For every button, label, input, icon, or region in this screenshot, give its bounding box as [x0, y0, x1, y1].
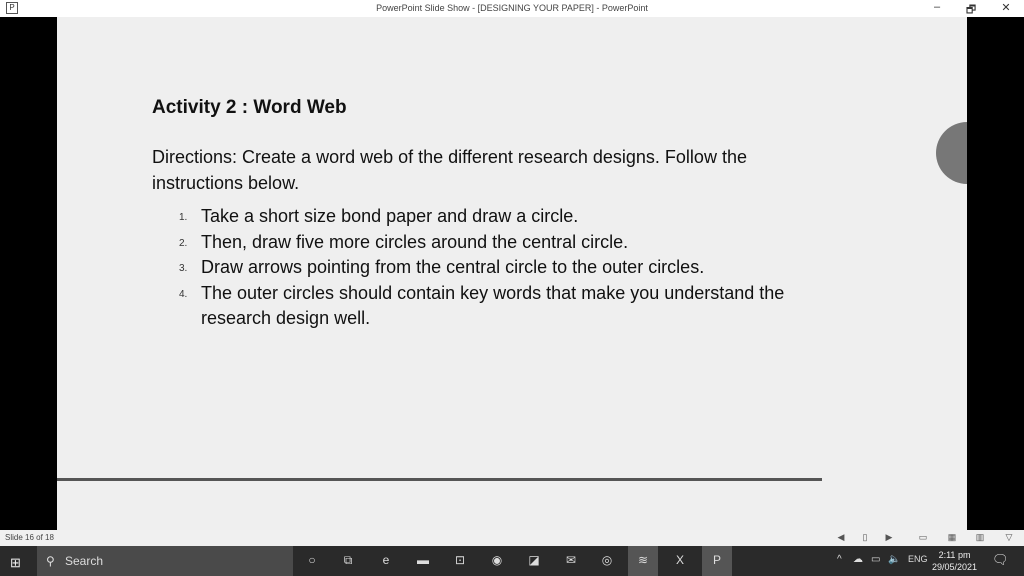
- decorative-circle: [936, 122, 967, 184]
- date: 29/05/2021: [932, 562, 978, 572]
- clock[interactable]: 2:11 pm 29/05/2021: [932, 549, 977, 573]
- step-number: 3.: [179, 263, 188, 274]
- step-number: 4.: [179, 288, 188, 300]
- task-view-icon[interactable]: ⧉: [339, 553, 357, 569]
- list-item: 2. Then, draw five more circles around th…: [179, 230, 829, 256]
- slide-sorter-icon[interactable]: ▦: [945, 532, 959, 544]
- next-icon[interactable]: ▶: [882, 532, 896, 544]
- security-icon[interactable]: ◉: [488, 553, 506, 569]
- step-number: 2.: [179, 237, 188, 249]
- search-box[interactable]: ⚲ Search: [37, 546, 293, 576]
- normal-view-icon[interactable]: ▭: [916, 532, 930, 544]
- slide-title: Activity 2 : Word Web: [152, 97, 347, 118]
- directions-text: Directions: Create a word web of the dif…: [152, 147, 747, 193]
- window-title: PowerPoint Slide Show - [DESIGNING YOUR …: [376, 3, 648, 13]
- file-explorer-icon[interactable]: ▬: [414, 553, 432, 569]
- divider-line: [57, 478, 822, 481]
- mail-icon[interactable]: ✉: [562, 553, 580, 569]
- slideshow-icon[interactable]: ▽: [1002, 532, 1016, 544]
- title-bar: P PowerPoint Slide Show - [DESIGNING YOU…: [0, 0, 1024, 17]
- windows-start-icon[interactable]: ⊞: [10, 555, 21, 571]
- onedrive-icon[interactable]: ☁: [853, 554, 863, 565]
- status-bar: Slide 16 of 18 ◀ ▯ ▶ ▭ ▦ ▥ ▽: [0, 530, 1024, 546]
- list-item: 4. The outer circles should contain key w…: [179, 281, 829, 332]
- step-number: 1.: [179, 212, 188, 223]
- search-label: Search: [65, 554, 104, 568]
- edge-icon[interactable]: e: [377, 553, 395, 569]
- powerpoint-taskbar-icon[interactable]: P: [702, 546, 732, 576]
- notifications-icon[interactable]: 🗨: [992, 552, 1009, 568]
- store-icon[interactable]: ⊡: [451, 553, 469, 569]
- excel-icon[interactable]: X: [671, 553, 689, 569]
- search-icon: ⚲: [46, 554, 55, 568]
- spotify-icon[interactable]: ≋: [628, 546, 658, 576]
- step-text: Take a short size bond paper and draw a …: [201, 206, 579, 226]
- steps-list: 1. Take a short size bond paper and draw …: [179, 204, 829, 332]
- chrome-icon[interactable]: ◎: [598, 553, 616, 569]
- step-text: Draw arrows pointing from the central ci…: [201, 257, 705, 277]
- list-item: 3. Draw arrows pointing from the central …: [179, 255, 829, 281]
- time: 2:11 pm: [938, 550, 971, 560]
- close-button[interactable]: ✕: [996, 1, 1016, 14]
- sticky-notes-icon[interactable]: ◪: [525, 553, 543, 569]
- slide: Activity 2 : Word Web Directions: Create…: [57, 17, 967, 530]
- cortana-icon[interactable]: ○: [303, 553, 321, 569]
- volume-icon[interactable]: 🔈: [888, 554, 900, 565]
- taskbar: ⊞ ⚲ Search ○ ⧉ e ▬ ⊡ ◉ ◪ ✉ ◎ ≋ X P ^ ☁ ▭…: [0, 546, 1024, 576]
- step-text: Then, draw five more circles around the …: [201, 231, 629, 252]
- minimize-button[interactable]: –: [927, 1, 947, 13]
- network-icon[interactable]: ▭: [871, 554, 880, 565]
- chevron-up-icon[interactable]: ^: [837, 554, 842, 565]
- reading-view-icon[interactable]: ▥: [973, 532, 987, 544]
- slide-counter: Slide 16 of 18: [5, 533, 54, 542]
- list-item: 1. Take a short size bond paper and draw …: [179, 204, 829, 230]
- menu-icon[interactable]: ▯: [858, 532, 872, 544]
- step-text: The outer circles should contain key wor…: [201, 282, 785, 329]
- language-indicator[interactable]: ENG: [908, 554, 928, 564]
- previous-icon[interactable]: ◀: [834, 532, 848, 544]
